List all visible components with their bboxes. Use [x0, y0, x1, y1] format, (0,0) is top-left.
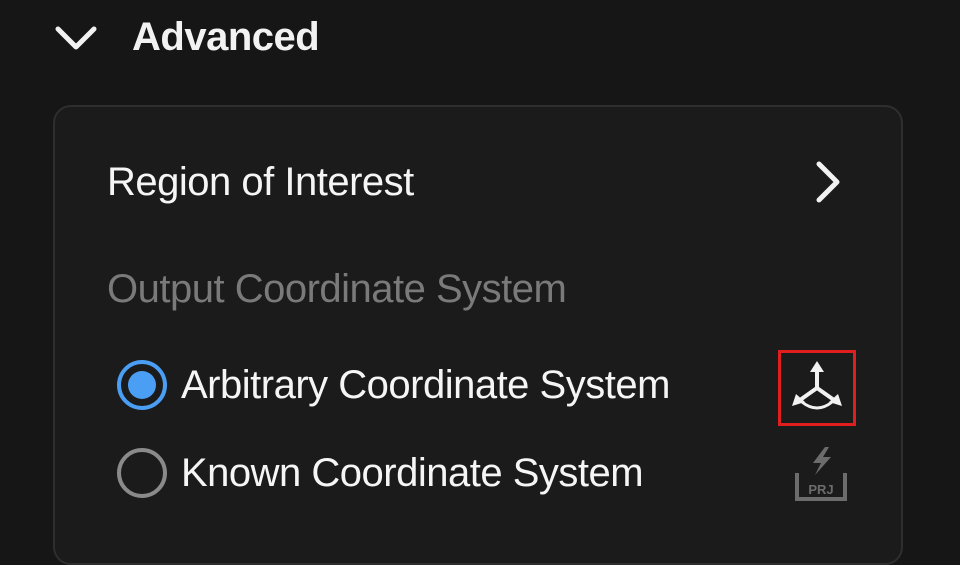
advanced-section-header[interactable]: Advanced: [52, 10, 320, 64]
output-coordinate-system-label: Output Coordinate System: [107, 267, 567, 311]
coordinate-axes-icon: [788, 358, 846, 419]
region-of-interest-label: Region of Interest: [107, 159, 414, 204]
arbitrary-coordinate-system-option[interactable]: Arbitrary Coordinate System: [117, 357, 670, 413]
section-title: Advanced: [132, 14, 320, 59]
known-coordinate-system-button[interactable]: PRJ: [782, 439, 860, 515]
known-coordinate-system-label: Known Coordinate System: [181, 450, 644, 495]
arbitrary-coordinate-system-button[interactable]: [778, 350, 856, 426]
advanced-panel: Region of Interest Output Coordinate Sys…: [53, 105, 903, 565]
region-of-interest-row[interactable]: Region of Interest: [107, 147, 847, 217]
known-crs-icon: PRJ: [791, 445, 851, 510]
chevron-right-icon: [807, 161, 847, 203]
arbitrary-coordinate-system-label: Arbitrary Coordinate System: [181, 362, 670, 407]
known-coordinate-system-option[interactable]: Known Coordinate System: [117, 445, 644, 501]
chevron-down-icon: [52, 17, 108, 57]
arbitrary-coordinate-system-radio[interactable]: [117, 360, 167, 410]
known-coordinate-system-radio[interactable]: [117, 448, 167, 498]
radio-selected-dot: [128, 371, 156, 399]
known-crs-icon-text: PRJ: [808, 482, 833, 497]
